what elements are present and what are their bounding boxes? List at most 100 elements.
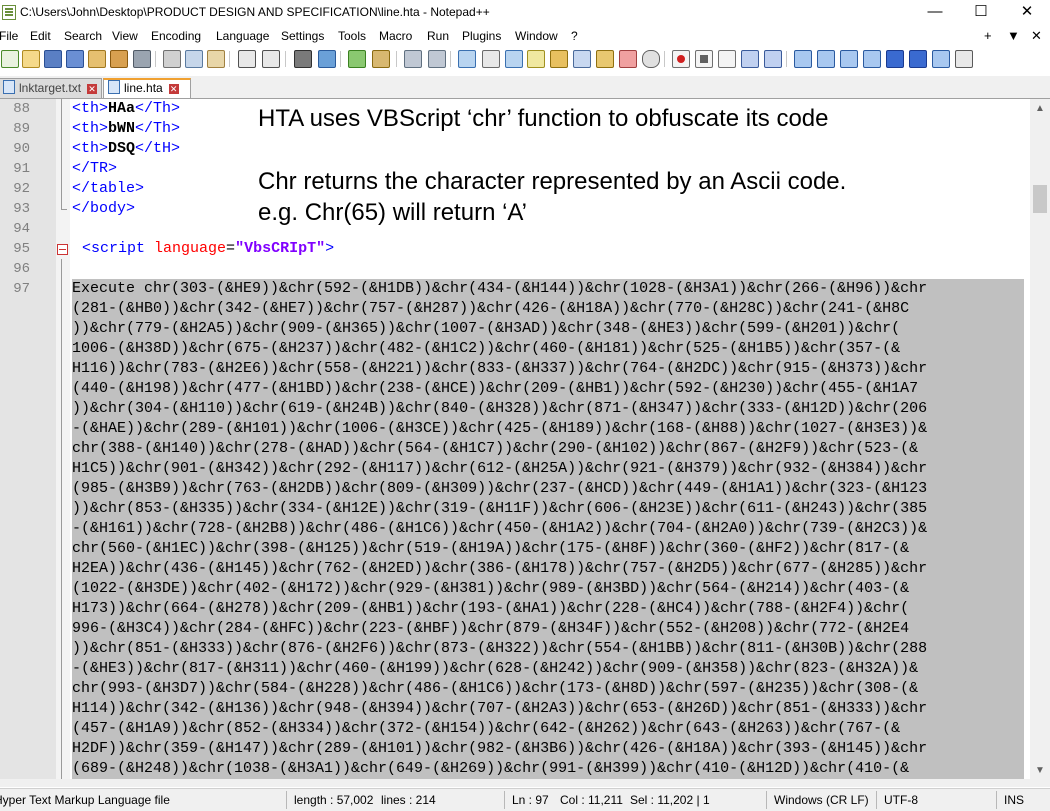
playback-macro-icon[interactable]	[718, 50, 736, 68]
html-tag: <th>	[72, 120, 109, 137]
zoom-in-icon[interactable]	[348, 50, 366, 68]
line-code: ))&chr(853-(&H335))&chr(334-(&H12E))&chr…	[72, 500, 928, 517]
html-tag: <th>	[72, 100, 109, 117]
tab-list-dropdown-button[interactable]: ▼	[1007, 28, 1020, 43]
navigation-bar-icon[interactable]	[955, 50, 973, 68]
line-code: 996-(&H3C4))&chr(284-(&HFC))&chr(223-(&H…	[72, 620, 910, 637]
wrapped-code-line: ))&chr(853-(&H335))&chr(334-(&H12E))&chr…	[0, 499, 1030, 519]
menu-settings[interactable]: Settings	[281, 29, 324, 43]
sync-horizontal-icon[interactable]	[428, 50, 446, 68]
monitoring-eye-icon[interactable]	[642, 50, 660, 68]
maximize-button[interactable]: ☐	[958, 0, 1004, 24]
equals-sign: =	[226, 240, 236, 257]
stop-recording-icon[interactable]	[695, 50, 713, 68]
first-diff-icon[interactable]	[863, 50, 881, 68]
menu-plugins[interactable]: Plugins	[462, 29, 501, 43]
html-tag: >	[325, 240, 335, 257]
cut-icon[interactable]	[163, 50, 181, 68]
close-button[interactable]: ✕	[1004, 0, 1050, 24]
selection-status: Sel : 11,202 | 1	[630, 793, 710, 807]
save-icon[interactable]	[44, 50, 62, 68]
document-map-icon[interactable]	[550, 50, 568, 68]
line-code: Execute chr(303-(&HE9))&chr(592-(&H1DB))…	[72, 280, 928, 297]
vertical-scrollbar[interactable]: ▲ ▼	[1030, 99, 1050, 779]
scroll-up-arrow-icon[interactable]: ▲	[1030, 103, 1050, 114]
wrapped-code-line: H116))&chr(783-(&H2E6))&chr(558-(&H221))…	[0, 359, 1030, 379]
word-wrap-icon[interactable]	[458, 50, 476, 68]
wrapped-code-line: H2EA))&chr(436-(&H145))&chr(762-(&H2ED))…	[0, 559, 1030, 579]
menu-window[interactable]: Window	[515, 29, 558, 43]
function-list-icon[interactable]	[573, 50, 591, 68]
eol-status[interactable]: Windows (CR LF)	[774, 793, 869, 807]
close-all-icon[interactable]	[110, 50, 128, 68]
scroll-down-arrow-icon[interactable]: ▼	[1030, 765, 1050, 776]
wrapped-code-line: H1C5))&chr(901-(&H342))&chr(292-(&H117))…	[0, 459, 1030, 479]
udl-dialog-icon[interactable]	[527, 50, 545, 68]
code-line: 90 <th>DSQ</tH>	[0, 139, 1030, 159]
new-file-icon[interactable]	[1, 50, 19, 68]
open-file-icon[interactable]	[22, 50, 40, 68]
menu-help[interactable]: ?	[571, 29, 578, 43]
compare-icon[interactable]	[817, 50, 835, 68]
tab-line-hta[interactable]: line.hta ✕	[103, 78, 191, 98]
tag-text: HAa	[108, 100, 136, 117]
minimize-button[interactable]: —	[912, 0, 958, 24]
zoom-out-icon[interactable]	[372, 50, 390, 68]
menu-language[interactable]: Language	[216, 29, 269, 43]
save-macro-icon[interactable]	[764, 50, 782, 68]
close-tab-icon[interactable]: ✕	[168, 84, 179, 94]
menu-edit[interactable]: Edit	[30, 29, 51, 43]
menu-search[interactable]: Search	[64, 29, 102, 43]
line-code: chr(560-(&H1EC))&chr(398-(&H125))&chr(51…	[72, 540, 910, 557]
last-diff-icon[interactable]	[932, 50, 950, 68]
undo-icon[interactable]	[238, 50, 256, 68]
find-icon[interactable]	[294, 50, 312, 68]
record-macro-icon[interactable]	[672, 50, 690, 68]
menu-file[interactable]: File	[0, 29, 18, 43]
scrollbar-thumb[interactable]	[1033, 185, 1047, 213]
notepad-app-icon	[2, 5, 16, 20]
wrapped-code-line: H2DF))&chr(359-(&H147))&chr(289-(&H101))…	[0, 739, 1030, 759]
line-code: -(&HE3))&chr(817-(&H311))&chr(460-(&H199…	[72, 660, 919, 677]
wrapped-code-line: -(&HE3))&chr(817-(&H311))&chr(460-(&H199…	[0, 659, 1030, 679]
menu-encoding[interactable]: Encoding	[151, 29, 201, 43]
save-all-icon[interactable]	[66, 50, 84, 68]
menu-view[interactable]: View	[112, 29, 138, 43]
code-line: 97 Execute chr(303-(&HE9))&chr(592-(&H1D…	[0, 279, 1030, 299]
next-diff-icon[interactable]	[909, 50, 927, 68]
print-icon[interactable]	[133, 50, 151, 68]
fold-collapse-icon[interactable]	[57, 244, 68, 255]
tab-lnktarget[interactable]: lnktarget.txt ✕	[0, 78, 102, 98]
menu-macro[interactable]: Macro	[379, 29, 412, 43]
line-number: 95	[13, 241, 30, 257]
previous-diff-icon[interactable]	[886, 50, 904, 68]
wrapped-code-line: (985-(&H3B9))&chr(763-(&H2DB))&chr(809-(…	[0, 479, 1030, 499]
code-editor[interactable]: 88 <th>HAa</Th> 89 <th>bWN</Th> 90 <th>D…	[0, 99, 1030, 779]
paste-icon[interactable]	[207, 50, 225, 68]
wrapped-code-line: 1006-(&H38D))&chr(675-(&H237))&chr(482-(…	[0, 339, 1030, 359]
insert-mode-status[interactable]: INS	[1004, 793, 1024, 807]
copy-icon[interactable]	[185, 50, 203, 68]
menu-run[interactable]: Run	[427, 29, 449, 43]
close-tab-icon[interactable]: ✕	[87, 84, 98, 94]
plugin-admin-icon[interactable]	[794, 50, 812, 68]
compare-clear-icon[interactable]	[840, 50, 858, 68]
line-code: (457-(&H1A9))&chr(852-(&H334))&chr(372-(…	[72, 720, 901, 737]
run-macro-multiple-icon[interactable]	[741, 50, 759, 68]
replace-icon[interactable]	[318, 50, 336, 68]
new-tab-button[interactable]: +	[984, 28, 992, 43]
redo-icon[interactable]	[262, 50, 280, 68]
code-line: 96	[0, 259, 1030, 279]
menu-tools[interactable]: Tools	[338, 29, 366, 43]
close-document-button[interactable]: ✕	[1031, 28, 1042, 44]
show-all-characters-icon[interactable]	[482, 50, 500, 68]
project-panel-icon[interactable]	[619, 50, 637, 68]
close-file-icon[interactable]	[88, 50, 106, 68]
horizontal-scrollbar[interactable]	[0, 779, 1050, 787]
sync-vertical-icon[interactable]	[404, 50, 422, 68]
file-icon	[3, 80, 15, 94]
folder-as-workspace-icon[interactable]	[596, 50, 614, 68]
wrapped-code-line: 996-(&H3C4))&chr(284-(&HFC))&chr(223-(&H…	[0, 619, 1030, 639]
indent-guide-icon[interactable]	[505, 50, 523, 68]
encoding-status[interactable]: UTF-8	[884, 793, 918, 807]
